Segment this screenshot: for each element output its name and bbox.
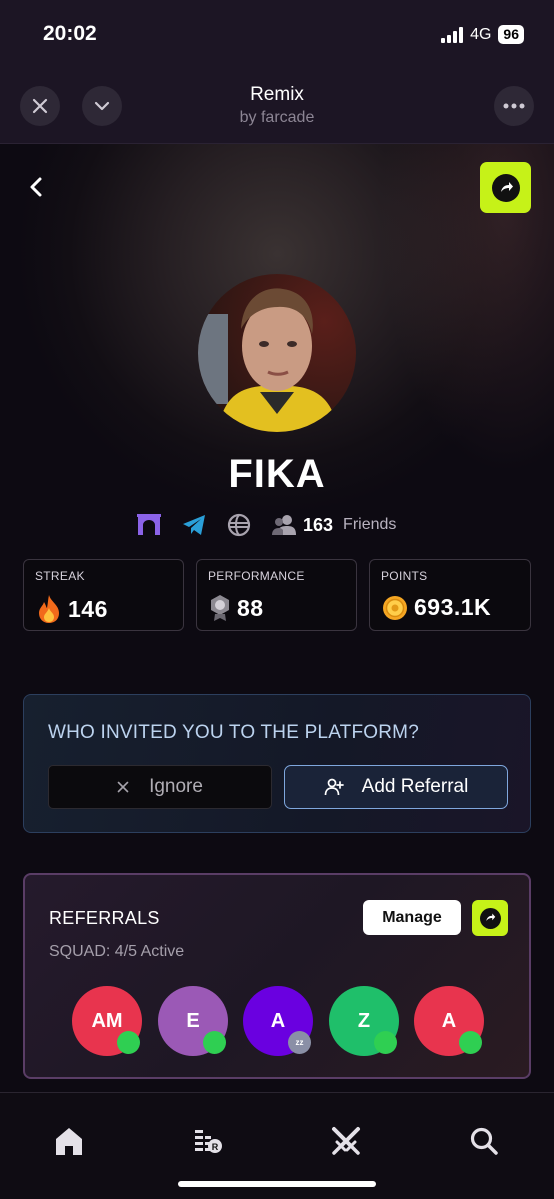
app-subtitle: by farcade (239, 109, 315, 126)
home-indicator (178, 1181, 376, 1187)
friends-label: Friends (343, 516, 397, 533)
medal-icon (211, 595, 229, 621)
stat-label: POINTS (381, 569, 428, 583)
add-referral-label: Add Referral (361, 776, 469, 797)
online-indicator (117, 1031, 140, 1054)
sleeping-icon: zz (288, 1031, 311, 1054)
tab-leaderboard[interactable]: R (188, 1121, 228, 1161)
streak-card: STREAK 146 (23, 559, 184, 631)
status-indicators: 4G 96 (441, 25, 524, 44)
share-icon (479, 907, 501, 929)
bottom-tab-bar: R (0, 1092, 554, 1199)
status-time: 20:02 (43, 22, 97, 45)
back-button[interactable] (22, 172, 52, 202)
member-initials: A (270, 1009, 286, 1032)
share-profile-button[interactable] (480, 162, 531, 213)
referrals-card: REFERRALS SQUAD: 4/5 Active Manage AM E … (23, 873, 531, 1079)
squad-member-avatar[interactable]: A (414, 986, 484, 1056)
username: FIKA (228, 452, 326, 496)
chevron-left-icon (30, 177, 42, 197)
worldcoin-icon[interactable] (226, 512, 252, 538)
online-indicator (459, 1031, 482, 1054)
app-header: Remix by farcade (0, 70, 554, 144)
coin-icon (383, 595, 407, 620)
share-referrals-button[interactable] (472, 900, 508, 936)
referrals-title: REFERRALS (49, 908, 160, 928)
points-card: POINTS 693.1K (369, 559, 531, 631)
network-type: 4G (470, 25, 492, 43)
squad-status: SQUAD: 4/5 Active (49, 943, 185, 960)
swords-icon (332, 1127, 360, 1155)
squad-member-avatar[interactable]: A zz (243, 986, 313, 1056)
member-initials: AM (91, 1009, 123, 1032)
invite-card: WHO INVITED YOU TO THE PLATFORM? Ignore … (23, 694, 531, 833)
more-button[interactable] (494, 86, 534, 126)
friends-count: 163 (303, 514, 334, 535)
friends-icon (271, 512, 297, 538)
squad-member-avatar[interactable]: E (158, 986, 228, 1056)
tab-home[interactable] (49, 1121, 89, 1161)
tab-battle[interactable] (326, 1121, 366, 1161)
ignore-button[interactable]: Ignore (48, 765, 272, 809)
social-links: 163 Friends (136, 512, 396, 538)
squad-member-avatar[interactable]: AM (72, 986, 142, 1056)
avatar (198, 274, 356, 432)
gate-icon[interactable] (136, 512, 162, 538)
online-indicator (203, 1031, 226, 1054)
fire-icon (39, 595, 59, 623)
status-bar: 20:02 4G 96 (0, 0, 554, 70)
share-icon (491, 173, 520, 202)
add-user-icon (324, 778, 344, 796)
add-referral-button[interactable]: Add Referral (284, 765, 508, 809)
close-icon (117, 781, 129, 793)
online-indicator (374, 1031, 397, 1054)
battery-icon: 96 (498, 25, 524, 44)
manage-button[interactable]: Manage (363, 900, 461, 935)
svg-text:R: R (212, 1142, 219, 1152)
member-initials: Z (357, 1009, 371, 1032)
ignore-label: Ignore (149, 776, 203, 797)
app-title: Remix (250, 84, 304, 105)
performance-value: 88 (237, 594, 264, 621)
home-icon (56, 1128, 82, 1155)
more-dots-icon (503, 103, 525, 109)
member-initials: A (441, 1009, 457, 1032)
performance-card: PERFORMANCE 88 (196, 559, 357, 631)
streak-value: 146 (68, 595, 108, 622)
invite-title: WHO INVITED YOU TO THE PLATFORM? (48, 722, 419, 743)
stat-label: STREAK (35, 569, 85, 583)
member-initials: E (186, 1009, 200, 1032)
tab-search[interactable] (464, 1121, 504, 1161)
leaderboard-icon: R (195, 1130, 222, 1153)
stat-label: PERFORMANCE (208, 569, 305, 583)
telegram-icon[interactable] (181, 512, 207, 538)
squad-member-avatar[interactable]: Z (329, 986, 399, 1056)
points-value: 693.1K (414, 594, 492, 620)
signal-icon (441, 26, 464, 43)
search-icon (470, 1127, 498, 1155)
